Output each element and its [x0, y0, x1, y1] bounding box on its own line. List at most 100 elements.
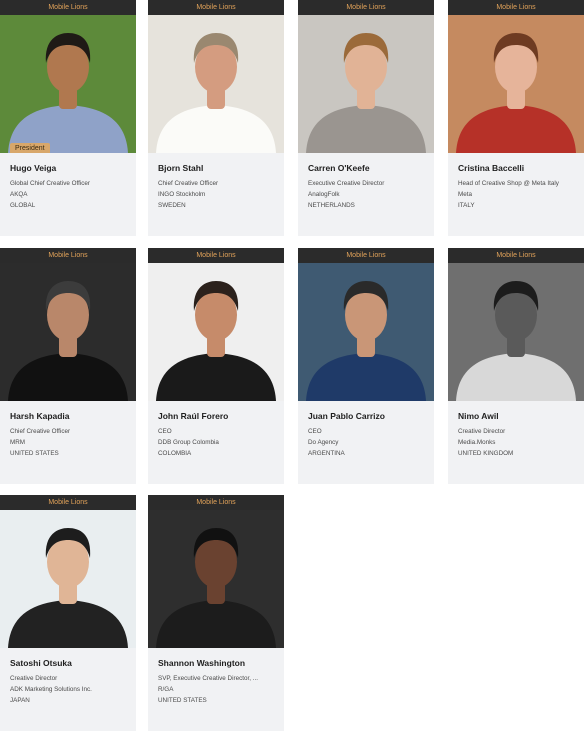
- category-label: Mobile Lions: [48, 499, 88, 506]
- juror-company: ADK Marketing Solutions Inc.: [10, 686, 92, 693]
- portrait-photo: [0, 263, 136, 401]
- category-banner: Mobile Lions: [448, 248, 584, 263]
- card-info: Bjorn Stahl Chief Creative Officer INGO …: [148, 153, 284, 211]
- juror-country: UNITED KINGDOM: [458, 450, 514, 457]
- portrait-image: [298, 15, 434, 153]
- category-banner: Mobile Lions: [148, 495, 284, 510]
- juror-country: COLOMBIA: [158, 450, 192, 457]
- juror-company: MRM: [10, 439, 26, 446]
- card-info: Carren O'Keefe Executive Creative Direct…: [298, 153, 434, 211]
- portrait-photo: [148, 15, 284, 153]
- portrait-photo: [298, 263, 434, 401]
- portrait-image: [298, 263, 434, 401]
- juror-company: AnalogFolk: [308, 191, 340, 198]
- juror-title: SVP, Executive Creative Director, ...: [158, 675, 258, 682]
- juror-company: Meta: [458, 191, 472, 198]
- category-banner: Mobile Lions: [298, 248, 434, 263]
- jury-card[interactable]: Mobile Lions John Raúl Forero CEO DDB Gr…: [148, 248, 284, 484]
- category-banner: Mobile Lions: [148, 0, 284, 15]
- category-label: Mobile Lions: [196, 252, 236, 259]
- juror-name: Satoshi Otsuka: [10, 658, 72, 668]
- category-banner: Mobile Lions: [298, 0, 434, 15]
- juror-name: John Raúl Forero: [158, 411, 229, 421]
- portrait-image: [148, 15, 284, 153]
- category-label: Mobile Lions: [496, 252, 536, 259]
- card-info: Hugo Veiga Global Chief Creative Officer…: [0, 153, 136, 211]
- juror-country: JAPAN: [10, 697, 30, 704]
- juror-name: Shannon Washington: [158, 658, 246, 668]
- president-badge: President: [10, 143, 50, 153]
- juror-country: UNITED STATES: [10, 450, 59, 457]
- portrait-image: [148, 510, 284, 648]
- jury-card[interactable]: Mobile Lions Harsh Kapadia Chief Creativ…: [0, 248, 136, 484]
- juror-company: AKQA: [10, 191, 28, 198]
- jury-card[interactable]: Mobile Lions Carren O'Keefe Executive Cr…: [298, 0, 434, 236]
- juror-name: Harsh Kapadia: [10, 411, 70, 421]
- juror-company: DDB Group Colombia: [158, 439, 219, 446]
- juror-country: SWEDEN: [158, 202, 186, 209]
- juror-name: Nimo Awil: [458, 411, 499, 421]
- jury-card[interactable]: Mobile Lions Bjorn Stahl Chief Creative …: [148, 0, 284, 236]
- category-label: Mobile Lions: [48, 4, 88, 11]
- portrait-photo: [448, 15, 584, 153]
- portrait-photo: [0, 510, 136, 648]
- portrait-image: [0, 15, 136, 153]
- jury-card[interactable]: Mobile Lions Shannon Washington SVP, Exe…: [148, 495, 284, 731]
- portrait-photo: [148, 263, 284, 401]
- juror-title: CEO: [308, 428, 322, 435]
- juror-title: Creative Director: [10, 675, 58, 682]
- portrait-image: [0, 510, 136, 648]
- card-info: Nimo Awil Creative Director Media.Monks …: [448, 401, 584, 459]
- jury-grid: Mobile Lions President Hugo Veiga Global…: [0, 0, 586, 731]
- category-label: Mobile Lions: [346, 4, 386, 11]
- portrait-photo: [448, 263, 584, 401]
- juror-title: Creative Director: [458, 428, 506, 435]
- juror-company: INGO Stockholm: [158, 191, 206, 198]
- card-info: Satoshi Otsuka Creative Director ADK Mar…: [0, 648, 136, 706]
- juror-title: Head of Creative Shop @ Meta Italy: [458, 180, 559, 187]
- category-label: Mobile Lions: [48, 252, 88, 259]
- category-banner: Mobile Lions: [148, 248, 284, 263]
- juror-company: Media.Monks: [458, 439, 496, 446]
- jury-card[interactable]: Mobile Lions Juan Pablo Carrizo CEO Do A…: [298, 248, 434, 484]
- category-banner: Mobile Lions: [448, 0, 584, 15]
- juror-name: Bjorn Stahl: [158, 163, 204, 173]
- juror-name: Hugo Veiga: [10, 163, 57, 173]
- juror-company: R/GA: [158, 686, 174, 693]
- portrait-photo: [148, 510, 284, 648]
- jury-card[interactable]: Mobile Lions Cristina Baccelli Head of C…: [448, 0, 584, 236]
- juror-country: UNITED STATES: [158, 697, 207, 704]
- card-info: John Raúl Forero CEO DDB Group Colombia …: [148, 401, 284, 459]
- card-info: Cristina Baccelli Head of Creative Shop …: [448, 153, 584, 211]
- category-banner: Mobile Lions: [0, 0, 136, 15]
- juror-country: NETHERLANDS: [308, 202, 355, 209]
- portrait-photo: President: [0, 15, 136, 153]
- juror-country: ITALY: [458, 202, 475, 209]
- portrait-photo: [298, 15, 434, 153]
- category-banner: Mobile Lions: [0, 495, 136, 510]
- card-info: Harsh Kapadia Chief Creative Officer MRM…: [0, 401, 136, 459]
- portrait-image: [448, 263, 584, 401]
- juror-title: Chief Creative Officer: [10, 428, 71, 435]
- juror-country: ARGENTINA: [308, 450, 345, 457]
- juror-country: GLOBAL: [10, 202, 36, 209]
- portrait-image: [0, 263, 136, 401]
- juror-name: Cristina Baccelli: [458, 163, 525, 173]
- jury-card[interactable]: Mobile Lions Satoshi Otsuka Creative Dir…: [0, 495, 136, 731]
- card-info: Juan Pablo Carrizo CEO Do Agency ARGENTI…: [298, 401, 434, 459]
- juror-company: Do Agency: [308, 439, 339, 446]
- juror-name: Carren O'Keefe: [308, 163, 370, 173]
- category-label: Mobile Lions: [196, 4, 236, 11]
- juror-title: Chief Creative Officer: [158, 180, 219, 187]
- juror-name: Juan Pablo Carrizo: [308, 411, 385, 421]
- jury-card[interactable]: Mobile Lions Nimo Awil Creative Director…: [448, 248, 584, 484]
- category-label: Mobile Lions: [346, 252, 386, 259]
- juror-title: Global Chief Creative Officer: [10, 180, 91, 187]
- portrait-image: [148, 263, 284, 401]
- juror-title: CEO: [158, 428, 172, 435]
- category-label: Mobile Lions: [496, 4, 536, 11]
- jury-card[interactable]: Mobile Lions President Hugo Veiga Global…: [0, 0, 136, 236]
- portrait-image: [448, 15, 584, 153]
- card-info: Shannon Washington SVP, Executive Creati…: [148, 648, 284, 706]
- category-label: Mobile Lions: [196, 499, 236, 506]
